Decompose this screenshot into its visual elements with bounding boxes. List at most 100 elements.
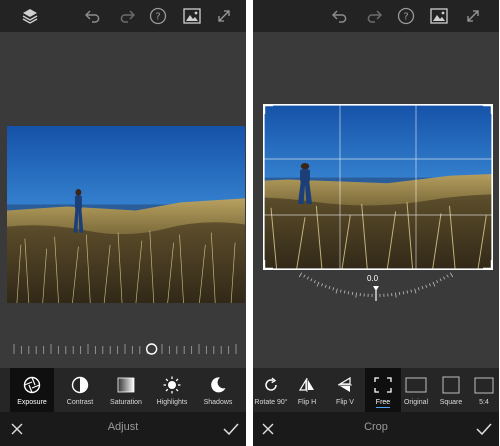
tool-label: Exposure — [17, 399, 47, 406]
dial-tick — [306, 276, 309, 280]
dial-tick — [310, 278, 313, 282]
dial-tick — [298, 272, 303, 278]
tool-square[interactable]: Square — [435, 368, 467, 412]
tool-original[interactable]: Original — [399, 368, 433, 412]
dial-tick — [324, 284, 327, 288]
dial-tick — [351, 291, 354, 296]
ratio-5-4-icon — [474, 373, 494, 397]
tool-label: Free — [375, 399, 391, 408]
slider-track[interactable] — [0, 336, 246, 362]
rotation-value: 0.0 — [367, 274, 379, 283]
adjust-screen: ? Exposure Contrast Saturation Highlight… — [0, 0, 246, 446]
dial-tick — [410, 289, 412, 293]
dial-tick — [343, 290, 346, 294]
contrast-icon — [71, 373, 89, 397]
dial-tick — [303, 274, 306, 278]
dial-tick — [414, 288, 417, 294]
highlights-icon — [163, 373, 181, 397]
free-crop-icon — [374, 373, 392, 397]
slider-handle[interactable] — [145, 343, 158, 355]
photo-preview[interactable] — [7, 126, 245, 303]
crop-screen: ? 0.0 Rotate 90° Flip H Flip V Free Orig… — [253, 0, 499, 446]
help-icon[interactable]: ? — [148, 6, 168, 26]
dial-tick — [355, 292, 357, 298]
dial-tick — [421, 286, 424, 290]
tool-saturation[interactable]: Saturation — [104, 368, 148, 412]
tool-label: 5:4 — [479, 399, 489, 406]
tool-label: Square — [439, 399, 463, 406]
dial-tick — [428, 283, 431, 287]
tool-ratio-5-4[interactable]: 5:4 — [469, 368, 499, 412]
rotation-dial[interactable]: 0.0 — [253, 264, 499, 304]
undo-icon[interactable] — [331, 6, 351, 26]
exposure-slider[interactable] — [0, 336, 246, 362]
adjust-tool-row: Exposure Contrast Saturation Highlights … — [0, 368, 246, 412]
dial-tick — [347, 291, 350, 295]
shadows-icon — [209, 373, 227, 397]
tool-shadows[interactable]: Shadows — [196, 368, 240, 412]
dial-tick — [335, 288, 338, 294]
help-icon[interactable]: ? — [396, 6, 416, 26]
tool-free[interactable]: Free — [365, 368, 401, 412]
tool-label: Rotate 90° — [254, 399, 288, 406]
dial-ticks[interactable] — [253, 264, 499, 304]
svg-text:?: ? — [403, 12, 408, 23]
image-compare-icon[interactable] — [182, 6, 202, 26]
flip-horizontal-icon — [299, 373, 315, 397]
crop-tool-row: Rotate 90° Flip H Flip V Free Original S… — [253, 368, 499, 412]
check-icon[interactable] — [475, 420, 493, 438]
expand-icon[interactable] — [214, 6, 234, 26]
dial-tick — [328, 286, 331, 290]
dial-tick — [446, 274, 449, 278]
dial-tick — [417, 287, 420, 291]
dial-tick — [432, 281, 436, 287]
tool-rotate[interactable]: Rotate 90° — [253, 368, 289, 412]
dial-tick — [332, 287, 335, 291]
dial-tick — [439, 278, 442, 282]
dial-tick — [398, 291, 401, 296]
tool-label: Flip V — [336, 399, 354, 406]
dial-tick — [321, 283, 324, 287]
tool-flip-v[interactable]: Flip V — [327, 368, 363, 412]
expand-icon[interactable] — [463, 6, 483, 26]
dial-tick — [316, 281, 320, 287]
exposure-icon — [23, 373, 41, 397]
tool-label: Highlights — [156, 399, 188, 406]
check-icon[interactable] — [222, 420, 240, 438]
dial-tick — [402, 291, 405, 295]
top-toolbar: ? — [253, 0, 499, 32]
crop-image[interactable] — [263, 104, 493, 270]
dial-tick — [449, 272, 454, 278]
dial-tick — [425, 284, 428, 288]
screen-title: Adjust — [107, 421, 139, 433]
svg-text:?: ? — [155, 12, 160, 23]
square-ratio-icon — [442, 373, 460, 397]
tool-label: Shadows — [203, 399, 233, 406]
dial-tick — [406, 290, 409, 294]
redo-icon[interactable] — [363, 6, 383, 26]
dial-tick — [443, 276, 446, 280]
tool-exposure[interactable]: Exposure — [10, 368, 54, 412]
bottom-bar: Adjust — [0, 412, 246, 446]
layers-icon[interactable] — [20, 6, 40, 26]
tool-label: Contrast — [66, 399, 94, 406]
rotate-icon — [263, 373, 279, 397]
screen-title: Crop — [364, 421, 388, 433]
tool-label: Flip H — [297, 399, 317, 406]
undo-icon[interactable] — [84, 6, 104, 26]
flip-vertical-icon — [338, 373, 352, 397]
top-toolbar: ? — [0, 0, 246, 32]
tool-label: Original — [403, 399, 429, 406]
image-compare-icon[interactable] — [429, 6, 449, 26]
tool-contrast[interactable]: Contrast — [58, 368, 102, 412]
dial-tick — [313, 280, 316, 284]
dial-tick — [436, 280, 439, 284]
dial-tick — [395, 292, 397, 298]
dial-tick — [340, 289, 342, 293]
bottom-bar: Crop — [253, 412, 499, 446]
redo-icon[interactable] — [116, 6, 136, 26]
tool-flip-h[interactable]: Flip H — [289, 368, 325, 412]
tool-label: Saturation — [110, 399, 142, 406]
original-ratio-icon — [405, 373, 427, 397]
tool-highlights[interactable]: Highlights — [150, 368, 194, 412]
